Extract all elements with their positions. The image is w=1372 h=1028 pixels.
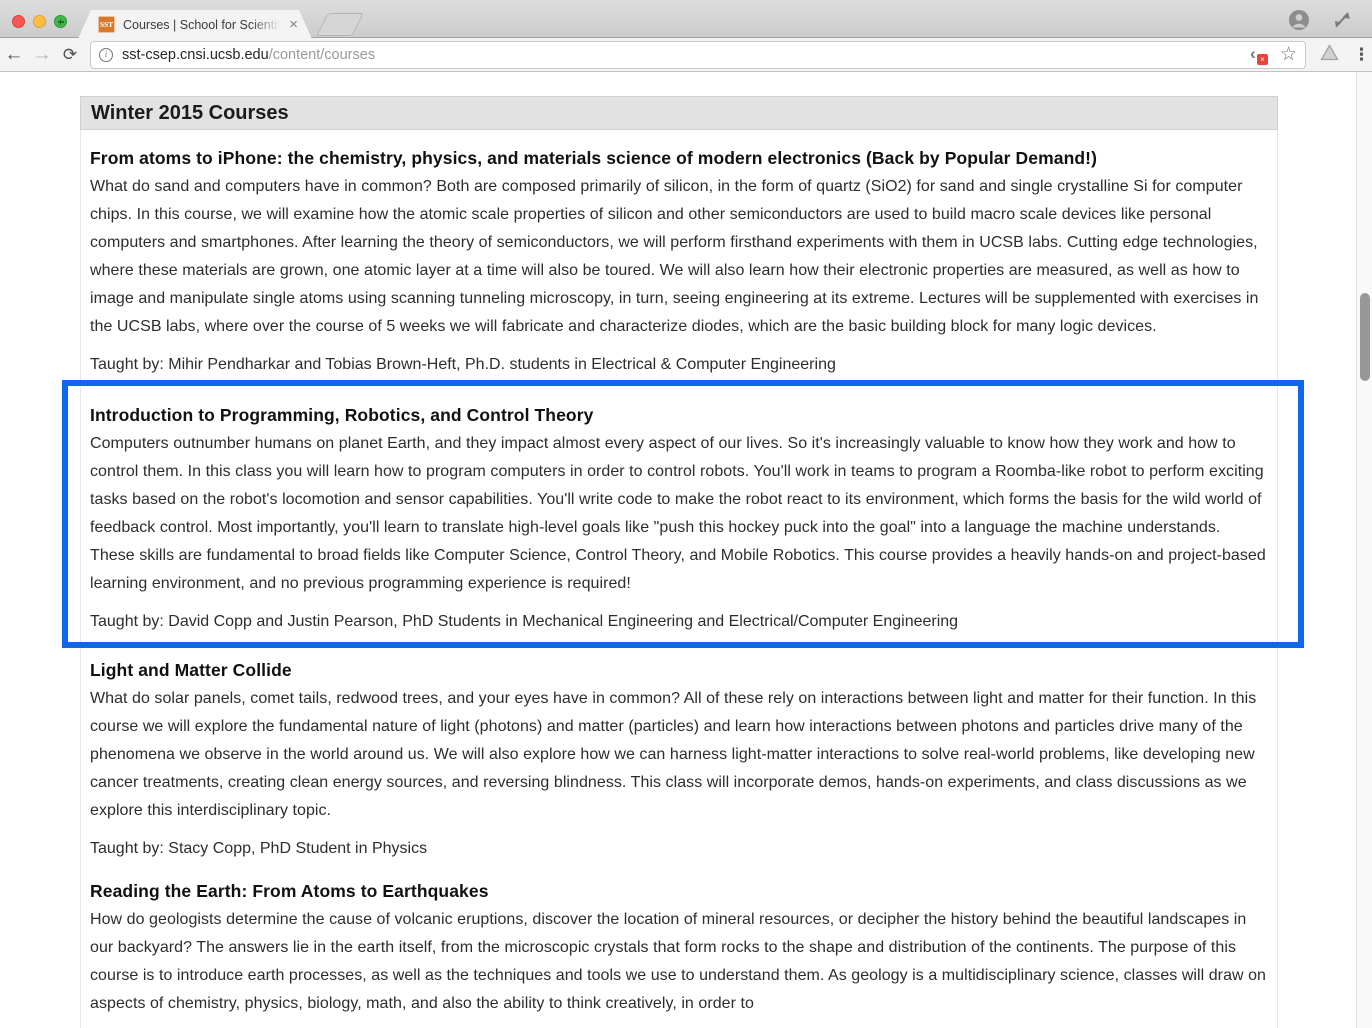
close-tab-icon[interactable]: × bbox=[289, 18, 298, 32]
content-blocked-badge: × bbox=[1257, 54, 1268, 65]
course-title: Reading the Earth: From Atoms to Earthqu… bbox=[90, 880, 1268, 903]
browser-menu-icon[interactable]: ⋮ bbox=[1353, 45, 1370, 65]
tab-strip: SST Courses | School for Scientific × bbox=[0, 0, 1372, 38]
tab-courses[interactable]: SST Courses | School for Scientific × bbox=[78, 10, 312, 39]
course-taught-by: Taught by: Mihir Pendharkar and Tobias B… bbox=[90, 351, 1268, 379]
content-blocked-angle: ‹ bbox=[1250, 44, 1256, 64]
reload-button[interactable]: ⟳ bbox=[56, 45, 84, 65]
back-button[interactable]: ← bbox=[0, 44, 28, 66]
close-window-button[interactable] bbox=[12, 15, 25, 28]
url-text[interactable]: sst-csep.cnsi.ucsb.edu/content/courses bbox=[122, 47, 1248, 63]
sst-favicon-icon: SST bbox=[98, 16, 115, 33]
tab-title-fade bbox=[251, 16, 285, 34]
scrollbar-thumb[interactable] bbox=[1360, 293, 1370, 381]
course-description: What do solar panels, comet tails, redwo… bbox=[90, 685, 1268, 825]
courses-page: Winter 2015 Courses From atoms to iPhone… bbox=[80, 96, 1278, 1028]
window-controls bbox=[12, 15, 67, 28]
address-bar[interactable]: i sst-csep.cnsi.ucsb.edu/content/courses… bbox=[90, 41, 1306, 69]
browser-toolbar: ← → ⟳ i sst-csep.cnsi.ucsb.edu/content/c… bbox=[0, 38, 1372, 72]
profile-avatar-icon[interactable] bbox=[1288, 9, 1310, 31]
minimize-window-button[interactable] bbox=[33, 15, 46, 28]
forward-button[interactable]: → bbox=[28, 44, 56, 66]
course-description: How do geologists determine the cause of… bbox=[90, 906, 1268, 1018]
url-path: /content/courses bbox=[269, 47, 375, 63]
course-title: Light and Matter Collide bbox=[90, 659, 1268, 682]
scrollbar[interactable] bbox=[1356, 72, 1372, 1028]
page-title: Winter 2015 Courses bbox=[80, 96, 1278, 130]
course-section-reading-the-earth: Reading the Earth: From Atoms to Earthqu… bbox=[90, 863, 1268, 1018]
fullscreen-expand-icon[interactable] bbox=[1332, 10, 1352, 30]
bookmark-star-icon[interactable]: ☆ bbox=[1280, 45, 1297, 65]
course-title: From atoms to iPhone: the chemistry, phy… bbox=[90, 147, 1268, 170]
course-section-light-and-matter: Light and Matter Collide What do solar p… bbox=[90, 642, 1268, 863]
course-section-robotics-highlighted: Introduction to Programming, Robotics, a… bbox=[90, 387, 1268, 636]
course-title: Introduction to Programming, Robotics, a… bbox=[90, 404, 1268, 427]
course-description: What do sand and computers have in commo… bbox=[90, 173, 1268, 341]
course-section-atoms-to-iphone: From atoms to iPhone: the chemistry, phy… bbox=[90, 130, 1268, 379]
new-tab-button[interactable] bbox=[316, 13, 364, 36]
tab-title-wrap: Courses | School for Scientific bbox=[123, 16, 285, 34]
course-taught-by: Taught by: David Copp and Justin Pearson… bbox=[90, 608, 1268, 636]
content-blocked-icon[interactable]: ‹ × bbox=[1248, 45, 1268, 65]
browser-window: SST Courses | School for Scientific × bbox=[0, 0, 1372, 1028]
page-viewport: Winter 2015 Courses From atoms to iPhone… bbox=[0, 72, 1372, 1028]
drive-extension-icon[interactable] bbox=[1320, 44, 1339, 66]
course-list: From atoms to iPhone: the chemistry, phy… bbox=[80, 130, 1278, 1028]
page-info-icon[interactable]: i bbox=[99, 48, 113, 62]
url-domain: sst-csep.cnsi.ucsb.edu bbox=[122, 47, 269, 63]
course-description: Computers outnumber humans on planet Ear… bbox=[90, 430, 1268, 598]
zoom-window-button[interactable] bbox=[54, 15, 67, 28]
course-taught-by: Taught by: Stacy Copp, PhD Student in Ph… bbox=[90, 835, 1268, 863]
